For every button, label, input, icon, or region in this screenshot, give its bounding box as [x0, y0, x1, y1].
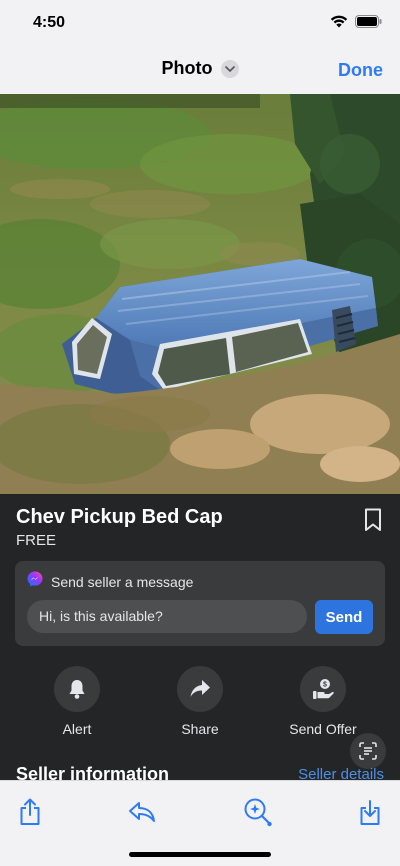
done-button[interactable]: Done — [338, 60, 383, 81]
home-indicator[interactable] — [129, 852, 271, 857]
bookmark-icon[interactable] — [364, 508, 382, 537]
listing-photo[interactable] — [0, 94, 400, 494]
status-time: 4:50 — [33, 14, 66, 31]
svg-text:$: $ — [323, 682, 327, 689]
messenger-icon — [27, 571, 43, 592]
share-arrow-icon[interactable] — [177, 666, 223, 712]
reply-icon[interactable] — [127, 797, 157, 827]
offer-hand-icon[interactable]: $ — [300, 666, 346, 712]
chevron-down-icon[interactable] — [220, 59, 239, 78]
nav-bar: Photo Done — [0, 46, 400, 94]
action-label: Alert — [62, 721, 92, 737]
listing-title: Chev Pickup Bed Cap — [16, 506, 223, 528]
listing-price: FREE — [16, 532, 57, 549]
share-icon[interactable] — [15, 797, 45, 827]
message-card: Send seller a message Hi, is this availa… — [15, 561, 385, 646]
wifi-icon — [330, 14, 348, 33]
share-action[interactable]: Share — [150, 666, 250, 737]
send-button[interactable]: Send — [315, 600, 373, 634]
bell-icon[interactable] — [54, 666, 100, 712]
battery-icon — [355, 14, 382, 33]
nav-title: Photo — [161, 58, 213, 78]
action-label: Share — [181, 721, 219, 737]
message-header: Send seller a message — [27, 571, 193, 592]
visual-lookup-icon[interactable] — [243, 797, 273, 827]
status-bar: 4:50 — [0, 0, 400, 46]
send-offer-action[interactable]: $ Send Offer — [273, 666, 373, 737]
status-icons — [330, 14, 382, 33]
message-input[interactable]: Hi, is this available? — [27, 600, 307, 633]
download-icon[interactable] — [355, 797, 385, 827]
listing-panel: Chev Pickup Bed Cap FREE Send seller a m… — [0, 494, 400, 784]
message-heading: Send seller a message — [51, 573, 194, 590]
live-text-icon[interactable] — [350, 733, 386, 769]
alert-action[interactable]: Alert — [27, 666, 127, 737]
